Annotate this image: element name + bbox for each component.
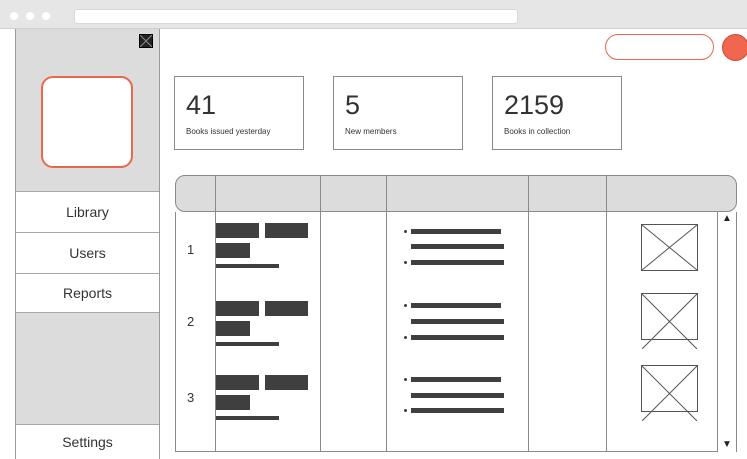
text-placeholder <box>216 264 279 268</box>
text-placeholder <box>265 375 308 390</box>
bullet-icon <box>404 378 407 381</box>
image-placeholder-icon <box>641 365 698 421</box>
row-number: 3 <box>187 390 195 405</box>
text-placeholder <box>216 301 259 316</box>
column-divider <box>528 212 529 452</box>
text-placeholder <box>265 223 308 238</box>
table-body: 1 2 3 <box>175 212 737 452</box>
column-divider <box>320 176 321 211</box>
table-header <box>175 175 737 212</box>
text-placeholder <box>216 395 250 410</box>
text-placeholder <box>216 342 279 346</box>
text-placeholder <box>216 243 250 258</box>
column-divider <box>606 212 607 452</box>
column-divider <box>386 212 387 452</box>
sidebar-item-library[interactable]: Library <box>16 191 159 232</box>
bullet-icon <box>404 409 407 412</box>
image-placeholder-icon <box>641 224 698 271</box>
list-line-placeholder <box>411 229 501 234</box>
list-line-placeholder <box>411 260 504 265</box>
column-divider <box>386 176 387 211</box>
list-line-placeholder <box>411 303 501 308</box>
sidebar-item-reports[interactable]: Reports <box>16 273 159 313</box>
list-line-placeholder <box>411 244 504 249</box>
window-dot-icon[interactable] <box>10 12 18 20</box>
bullet-icon <box>404 304 407 307</box>
sidebar: Library Users Reports Settings <box>15 29 160 459</box>
close-icon[interactable] <box>139 34 153 48</box>
bullet-icon <box>404 261 407 264</box>
stat-label: Books issued yesterday <box>186 127 271 136</box>
table-scrollbar[interactable]: ▲ ▼ <box>717 212 736 452</box>
stat-value: 5 <box>345 90 361 120</box>
stat-card-books-in-collection: 2159 Books in collection <box>492 76 622 150</box>
image-placeholder-icon <box>641 293 698 349</box>
list-line-placeholder <box>411 335 504 340</box>
text-placeholder <box>265 301 308 316</box>
browser-chrome <box>0 0 747 29</box>
stat-label: Books in collection <box>504 127 571 136</box>
stat-label: New members <box>345 127 397 136</box>
bullet-icon <box>404 336 407 339</box>
list-line-placeholder <box>411 377 501 382</box>
stat-value: 2159 <box>504 90 565 120</box>
text-placeholder <box>216 321 250 336</box>
stat-card-new-members: 5 New members <box>333 76 463 150</box>
row-number: 2 <box>187 314 195 329</box>
scroll-up-icon[interactable]: ▲ <box>722 214 732 224</box>
bullet-icon <box>404 230 407 233</box>
user-avatar-button[interactable] <box>722 34 747 61</box>
column-divider <box>320 212 321 452</box>
sidebar-item-users[interactable]: Users <box>16 232 159 273</box>
list-line-placeholder <box>411 319 504 324</box>
column-divider <box>606 176 607 211</box>
avatar[interactable] <box>41 76 133 168</box>
sidebar-item-settings[interactable]: Settings <box>16 424 159 459</box>
column-divider <box>215 176 216 211</box>
search-input[interactable] <box>605 34 714 60</box>
stat-value: 41 <box>186 90 217 120</box>
list-line-placeholder <box>411 393 504 398</box>
text-placeholder <box>216 375 259 390</box>
window-dot-icon[interactable] <box>42 12 50 20</box>
scroll-down-icon[interactable]: ▼ <box>722 440 732 450</box>
list-line-placeholder <box>411 408 504 413</box>
stat-card-books-issued: 41 Books issued yesterday <box>174 76 304 150</box>
column-divider <box>528 176 529 211</box>
address-bar[interactable] <box>74 9 518 24</box>
window-dot-icon[interactable] <box>26 12 34 20</box>
text-placeholder <box>216 223 259 238</box>
row-number: 1 <box>187 242 195 257</box>
text-placeholder <box>216 416 279 420</box>
